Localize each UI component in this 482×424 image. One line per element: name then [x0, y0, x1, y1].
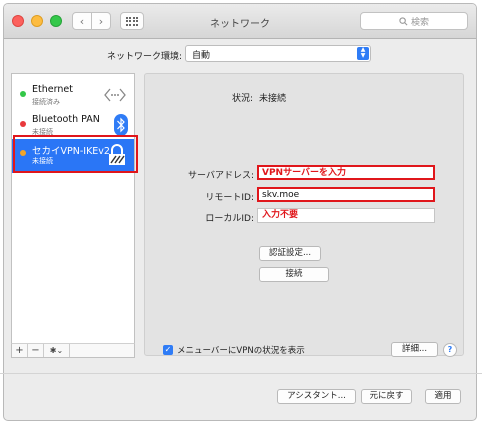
show-vpn-status-row[interactable]: ✓ メニューバーにVPNの状況を表示 — [163, 344, 305, 356]
remote-id-field[interactable]: skv.moe — [257, 187, 435, 202]
search-placeholder: 検索 — [410, 17, 429, 28]
disconnected-status-dot — [20, 121, 26, 127]
revert-button[interactable]: 元に戻す — [361, 389, 412, 404]
location-select[interactable]: 自動 ▲ ▼ — [185, 45, 371, 62]
add-service-button[interactable]: + — [12, 344, 28, 357]
ethernet-arrows-icon — [104, 88, 126, 102]
gear-icon: ✱⌄ — [49, 346, 64, 355]
location-label: ネットワーク環境: — [107, 52, 183, 62]
minus-icon: − — [31, 345, 40, 356]
server-address-field[interactable]: VPNサーバーを入力 — [257, 165, 435, 180]
service-list-toolbar: + − ✱⌄ — [11, 343, 135, 358]
server-address-label: サーバアドレス: — [188, 171, 254, 181]
footer-divider — [0, 373, 482, 374]
plus-icon: + — [15, 345, 24, 356]
service-status: 接続済み — [32, 98, 60, 106]
help-button[interactable]: ? — [443, 343, 457, 357]
service-item-ethernet[interactable]: Ethernet 接続済み — [12, 80, 134, 114]
show-vpn-status-label: メニューバーにVPNの状況を表示 — [177, 346, 305, 356]
vpn-service-highlight — [13, 135, 138, 173]
local-id-label: ローカルID: — [205, 214, 254, 224]
search-icon — [399, 16, 408, 25]
remove-service-button[interactable]: − — [28, 344, 44, 357]
status-value: 未接続 — [259, 94, 287, 104]
status-label: 状況: — [232, 94, 254, 104]
local-id-field[interactable]: 入力不要 — [257, 208, 435, 223]
bluetooth-icon — [114, 114, 128, 136]
title-bar: ‹ › ネットワーク 検索 — [4, 4, 476, 39]
search-field[interactable]: 検索 — [360, 12, 468, 30]
assistant-button[interactable]: アシスタント... — [277, 389, 356, 404]
connect-button[interactable]: 接続 — [259, 267, 329, 282]
service-name: Ethernet — [32, 84, 73, 95]
updown-arrows-icon: ▲ ▼ — [357, 47, 369, 60]
service-list: Ethernet 接続済み Bluetooth PAN 未接続 セカイVPN-I… — [11, 73, 135, 357]
action-menu-button[interactable]: ✱⌄ — [44, 344, 70, 357]
connected-status-dot — [20, 91, 26, 97]
apply-button[interactable]: 適用 — [425, 389, 461, 404]
advanced-button[interactable]: 詳細... — [391, 342, 438, 357]
service-name: Bluetooth PAN — [32, 114, 100, 125]
authentication-settings-button[interactable]: 認証設定... — [259, 246, 321, 261]
location-value: 自動 — [192, 51, 211, 61]
remote-id-label: リモートID: — [205, 193, 254, 203]
show-vpn-status-checkbox[interactable]: ✓ — [163, 345, 173, 355]
